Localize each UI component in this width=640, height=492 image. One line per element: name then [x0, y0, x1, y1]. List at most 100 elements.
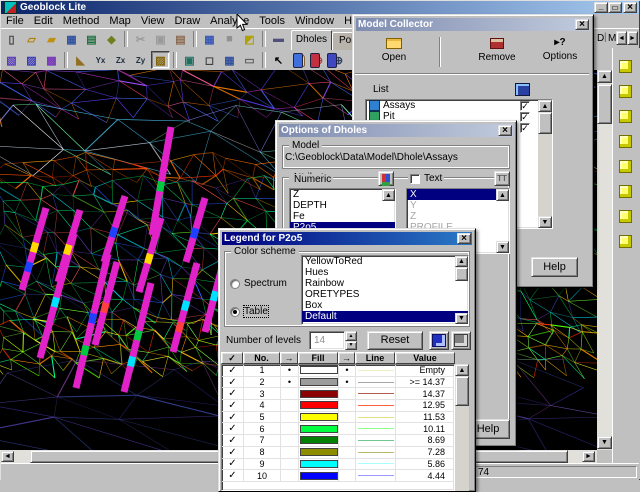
model-list-scroll-up[interactable]: ▲: [538, 100, 552, 112]
scheme-item[interactable]: Rainbow: [302, 278, 468, 289]
fill-cell[interactable]: [299, 435, 339, 446]
open-folder-icon[interactable]: ▰: [42, 30, 61, 48]
view-left-cube-button[interactable]: [614, 106, 636, 126]
line-cell[interactable]: [356, 470, 396, 481]
legend-row[interactable]: ✓412.95: [222, 400, 454, 412]
options-dholes-close-icon[interactable]: ×: [498, 125, 512, 136]
legend-header-4[interactable]: →: [338, 352, 355, 364]
vscroll-down-button[interactable]: ▼: [597, 436, 612, 449]
options-dholes-title-bar[interactable]: Options of Dholes ×: [279, 124, 513, 137]
plane-icon[interactable]: ◣: [71, 51, 90, 69]
fill-cell[interactable]: [299, 400, 339, 411]
row-check-icon[interactable]: ✓: [222, 365, 244, 376]
legend-header-6[interactable]: Value: [395, 352, 455, 364]
red-dhole-icon[interactable]: [310, 53, 320, 68]
legend-row[interactable]: ✓95.86: [222, 459, 454, 471]
view-reset-cube-button[interactable]: [614, 231, 636, 251]
mesh-box-icon[interactable]: ▨: [22, 51, 41, 69]
legend-row[interactable]: ✓511.53: [222, 412, 454, 424]
hscroll-right-button[interactable]: ►: [582, 451, 595, 462]
model-wizard-icon[interactable]: ▤: [82, 30, 101, 48]
row-check-icon[interactable]: ✓: [222, 412, 244, 423]
tab-dholes[interactable]: Dholes: [291, 30, 332, 50]
text-scroll-down[interactable]: ▼: [496, 241, 509, 253]
menu-item-window[interactable]: Window: [290, 14, 339, 28]
line-cell[interactable]: [356, 459, 396, 470]
close-button[interactable]: ×: [623, 2, 637, 13]
fill-cell[interactable]: [299, 423, 339, 434]
cut-icon[interactable]: ✂: [131, 30, 150, 48]
scheme-scroll-thumb[interactable]: [455, 267, 468, 281]
spectrum-radio-circle[interactable]: [230, 279, 240, 289]
model-list-item[interactable]: Assays✓: [366, 100, 552, 111]
legend-row[interactable]: ✓1••Empty: [222, 365, 454, 377]
axis-zy-icon[interactable]: Zy: [131, 51, 150, 69]
legend-scroll-thumb[interactable]: [455, 376, 469, 406]
grid-box-icon[interactable]: ▧: [2, 51, 21, 69]
clip-box-icon[interactable]: ◻: [200, 51, 219, 69]
axis-zx-icon[interactable]: Zx: [111, 51, 130, 69]
legend-header-5[interactable]: Line: [355, 352, 395, 364]
fill-cell[interactable]: [299, 365, 339, 376]
fill-cell[interactable]: [299, 470, 339, 481]
menu-item-edit[interactable]: Edit: [29, 14, 58, 28]
numeric-item[interactable]: Z: [290, 189, 395, 200]
save-legend-button[interactable]: [429, 331, 449, 350]
section-icon[interactable]: ▭: [240, 51, 259, 69]
monitor-icon[interactable]: [515, 83, 530, 96]
new-doc-icon[interactable]: ▯: [2, 30, 21, 48]
legend-header-3[interactable]: Fill: [298, 352, 338, 364]
menu-item-draw[interactable]: Draw: [169, 14, 205, 28]
row-check-icon[interactable]: ✓: [222, 470, 244, 481]
scheme-listbox[interactable]: YellowToRedHuesRainbowORETYPESBoxDefault: [301, 255, 469, 325]
view-top-cube-button[interactable]: [614, 156, 636, 176]
legend-title-bar[interactable]: Legend for P2o5 ×: [222, 232, 472, 245]
scheme-item[interactable]: Default: [302, 311, 468, 322]
text-item[interactable]: Y: [407, 200, 509, 211]
spectrum-radio[interactable]: Spectrum: [230, 278, 287, 289]
numeric-item[interactable]: Fe: [290, 211, 395, 222]
view-iso-cube-button[interactable]: [614, 206, 636, 226]
legend-row[interactable]: ✓104.44: [222, 470, 454, 482]
numeric-grid-icon[interactable]: [378, 171, 394, 186]
line-cell[interactable]: [356, 377, 396, 388]
tab-scroll-left-button[interactable]: ◄: [616, 31, 627, 45]
row-check-icon[interactable]: ✓: [222, 447, 244, 458]
import-icon[interactable]: ▦: [62, 30, 81, 48]
paste-icon[interactable]: ▤: [171, 30, 190, 48]
legend-scroll-up[interactable]: ▲: [455, 364, 469, 376]
legend-header-2[interactable]: →: [280, 352, 298, 364]
text-item[interactable]: Z: [407, 211, 509, 222]
levels-spin-down[interactable]: ▼: [345, 341, 357, 350]
text-scroll-up[interactable]: ▲: [496, 189, 509, 201]
menu-item-tools[interactable]: Tools: [254, 14, 290, 28]
minimize-button[interactable]: _: [594, 2, 608, 13]
restore-button[interactable]: ▭: [608, 2, 622, 13]
menu-item-file[interactable]: File: [1, 14, 29, 28]
axis-yx-icon[interactable]: Yx: [91, 51, 110, 69]
line-cell[interactable]: [356, 423, 396, 434]
open-button[interactable]: Open: [363, 35, 425, 71]
line-cell[interactable]: [356, 365, 396, 376]
fill-cell[interactable]: [299, 412, 339, 423]
legend-close-icon[interactable]: ×: [457, 233, 471, 244]
legend-row[interactable]: ✓314.37: [222, 388, 454, 400]
help-book-icon[interactable]: ◆: [102, 30, 121, 48]
model-collector-close-icon[interactable]: ×: [575, 19, 589, 30]
blue-dhole-icon[interactable]: [327, 53, 337, 68]
view-bottom-cube-button[interactable]: [614, 181, 636, 201]
scheme-item[interactable]: Hues: [302, 267, 468, 278]
remove-button[interactable]: Remove: [465, 35, 529, 71]
view-back-cube-button[interactable]: [614, 81, 636, 101]
scheme-item[interactable]: YellowToRed: [302, 256, 468, 267]
hscroll-left-button[interactable]: ◄: [1, 451, 14, 462]
row-check-icon[interactable]: ✓: [222, 435, 244, 446]
model-collector-title-bar[interactable]: Model Collector ×: [356, 18, 590, 31]
reset-button[interactable]: Reset: [367, 331, 423, 350]
model-item-checkbox[interactable]: ✓: [520, 123, 530, 133]
legend-row[interactable]: ✓2••>= 14.37: [222, 377, 454, 389]
text-checkbox-box[interactable]: [410, 174, 420, 184]
menu-item-map[interactable]: Map: [104, 14, 135, 28]
scheme-item[interactable]: Box: [302, 300, 468, 311]
line-cell[interactable]: [356, 388, 396, 399]
